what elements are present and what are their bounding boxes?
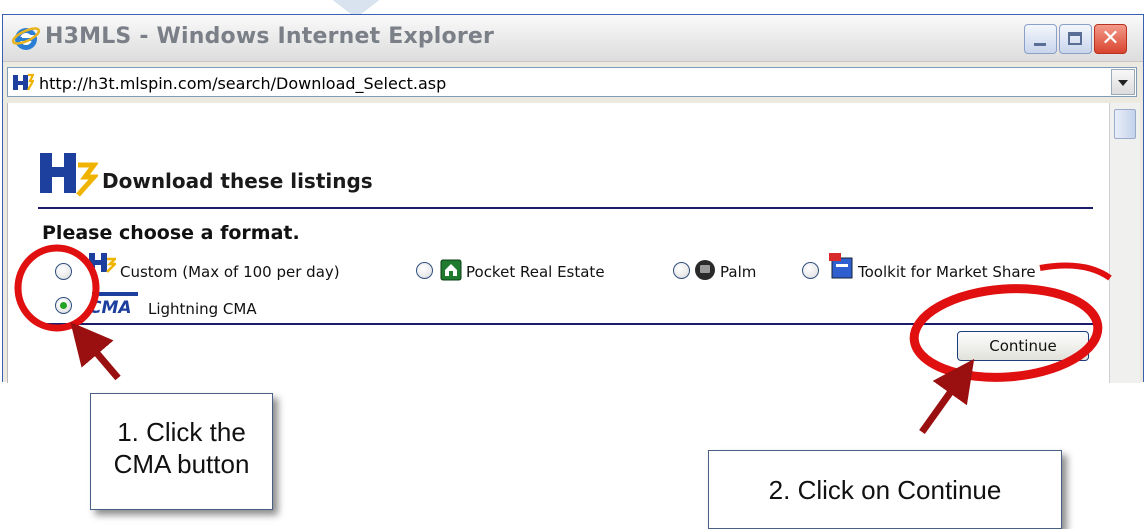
window-title: H3MLS - Windows Internet Explorer [45, 24, 495, 49]
palm-icon [695, 260, 715, 280]
url-text[interactable]: http://h3t.mlspin.com/search/Download_Se… [39, 74, 446, 93]
pocket-real-estate-icon [440, 259, 462, 281]
radio-custom[interactable] [55, 263, 72, 280]
scrollbar-thumb[interactable] [1114, 109, 1136, 139]
arrow-to-continue [919, 358, 975, 435]
option-custom-label[interactable]: Custom (Max of 100 per day) [120, 263, 340, 281]
radio-pocket-real-estate[interactable] [416, 262, 433, 279]
toolkit-icon [829, 253, 853, 279]
minimize-icon [1034, 43, 1046, 46]
option-toolkit-label[interactable]: Toolkit for Market Share [858, 263, 1036, 281]
address-dropdown-button[interactable] [1111, 69, 1135, 95]
maximize-button[interactable] [1059, 24, 1092, 54]
radio-palm[interactable] [673, 262, 690, 279]
radio-lightning-cma[interactable] [55, 297, 72, 314]
vertical-scrollbar[interactable] [1109, 103, 1140, 383]
svg-text:CMA: CMA [89, 298, 132, 315]
option-palm-label[interactable]: Palm [720, 263, 756, 281]
page-heading: Download these listings [102, 169, 373, 193]
options-divider [38, 323, 1093, 325]
close-icon: ✕ [1101, 26, 1120, 51]
title-bar: H3MLS - Windows Internet Explorer ✕ [3, 15, 1143, 62]
h3-logo-icon [89, 253, 116, 273]
internet-explorer-icon [11, 27, 41, 50]
option-cma-label[interactable]: Lightning CMA [148, 300, 257, 318]
continue-button[interactable]: Continue [957, 331, 1089, 361]
lightning-cma-icon: CMA [89, 292, 138, 315]
h3-logo-icon [13, 73, 34, 91]
browser-window: H3MLS - Windows Internet Explorer ✕ http… [2, 14, 1144, 383]
address-bar[interactable]: http://h3t.mlspin.com/search/Download_Se… [7, 67, 1137, 97]
radio-toolkit[interactable] [802, 262, 819, 279]
option-pocket-label[interactable]: Pocket Real Estate [466, 263, 605, 281]
page-content: Download these listings Please choose a … [7, 103, 1110, 383]
close-button[interactable]: ✕ [1094, 24, 1127, 54]
step1-callout: 1. Click the CMA button [90, 393, 273, 510]
format-prompt: Please choose a format. [42, 222, 300, 244]
step2-callout: 2. Click on Continue [708, 450, 1062, 529]
heading-divider [38, 207, 1093, 209]
minimize-button[interactable] [1024, 24, 1057, 54]
h3-logo-icon [40, 153, 98, 197]
maximize-icon [1068, 32, 1082, 45]
